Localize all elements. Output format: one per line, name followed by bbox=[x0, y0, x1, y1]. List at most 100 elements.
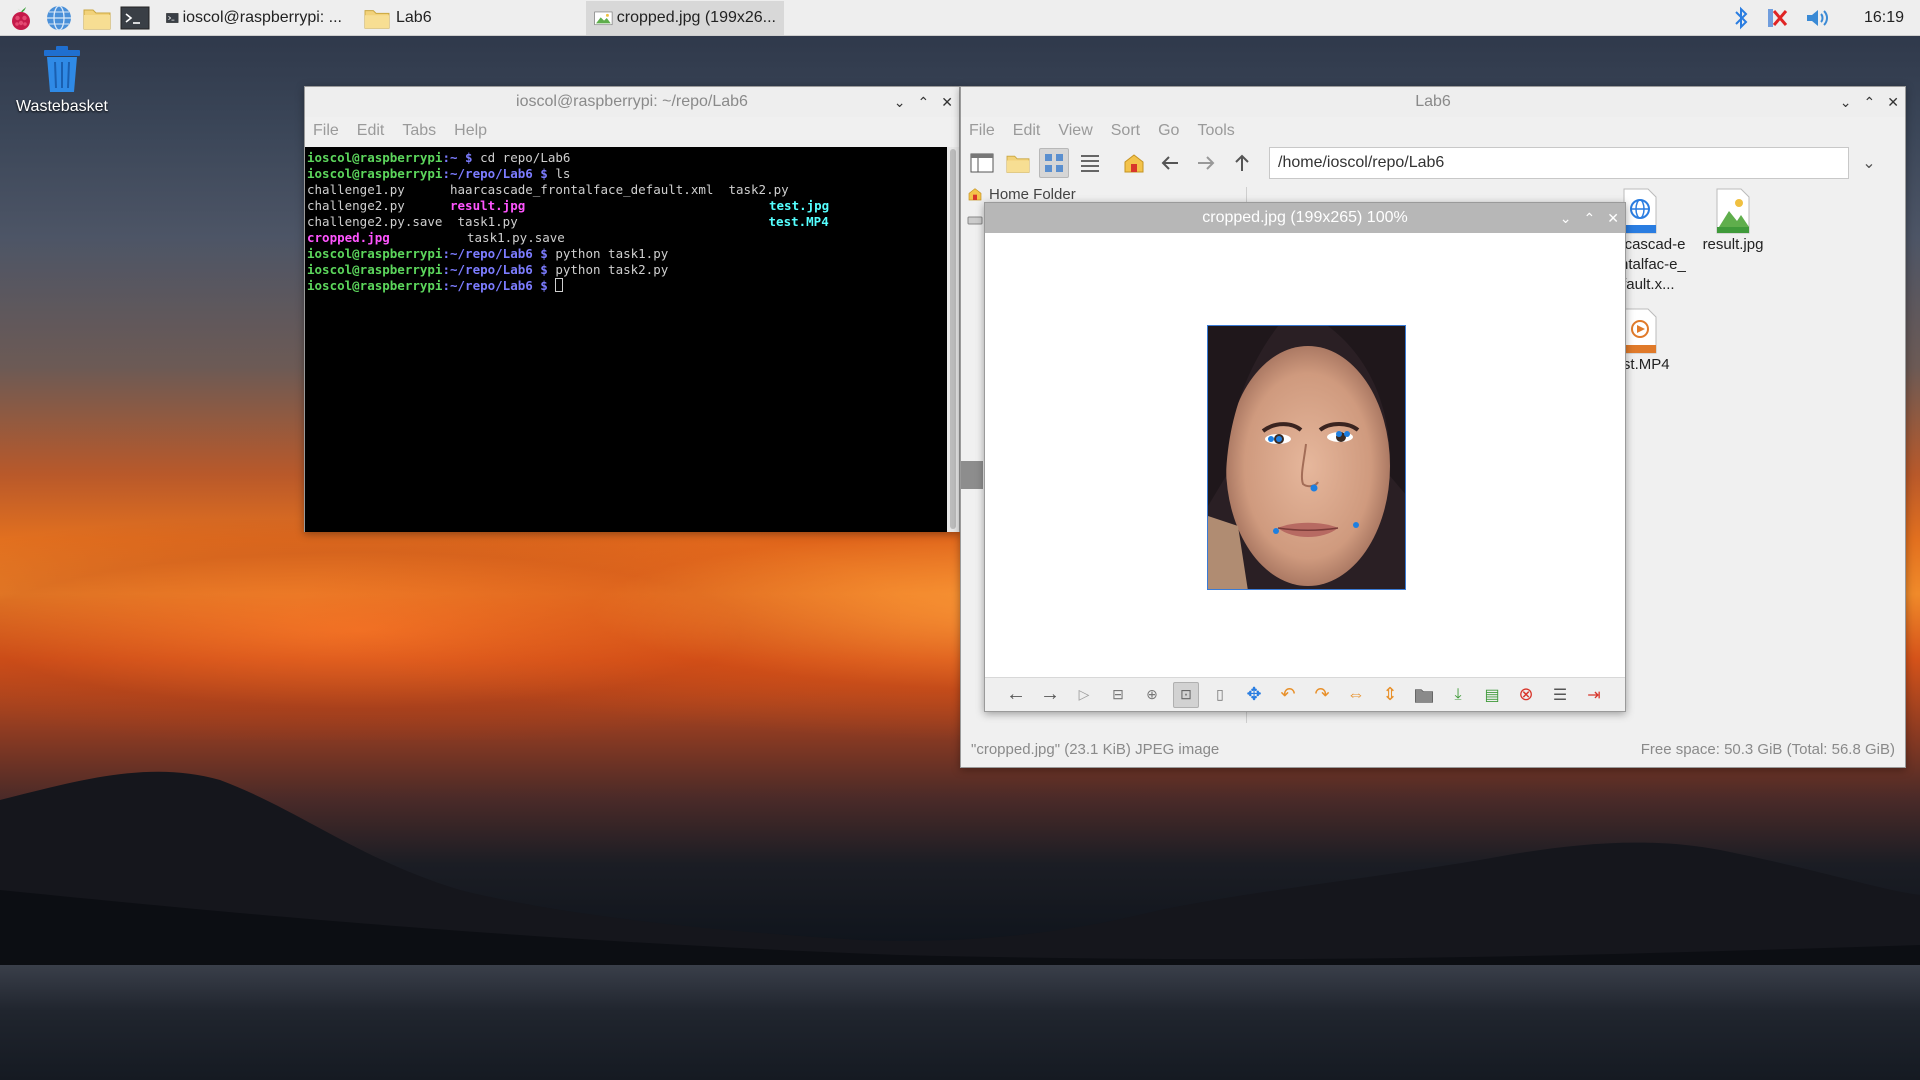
menu-file[interactable]: File bbox=[969, 122, 995, 140]
close-icon[interactable]: ✕ bbox=[1607, 210, 1619, 227]
video-file-icon bbox=[1623, 308, 1657, 354]
preferences-icon: ☰ bbox=[1552, 686, 1568, 704]
quit-icon: ⇥ bbox=[1587, 686, 1601, 704]
raspberry-menu-button[interactable] bbox=[4, 1, 38, 35]
fullscreen-button[interactable]: ✥ bbox=[1241, 682, 1267, 708]
arrow-left-icon: ← bbox=[1006, 683, 1026, 705]
menu-edit[interactable]: Edit bbox=[1013, 122, 1041, 140]
open-file-button[interactable] bbox=[1411, 682, 1437, 708]
scrollbar-thumb[interactable] bbox=[950, 149, 956, 529]
face-photo bbox=[1208, 326, 1405, 589]
terminal-icon bbox=[120, 6, 150, 29]
rotate-right-icon: ↷ bbox=[1314, 684, 1330, 704]
close-icon[interactable]: ✕ bbox=[941, 94, 953, 111]
slideshow-button[interactable]: ▷ bbox=[1071, 682, 1097, 708]
terminal-scrollbar[interactable] bbox=[947, 147, 959, 532]
path-history-dropdown[interactable]: ⌄ bbox=[1855, 147, 1883, 179]
original-size-button[interactable]: ▯ bbox=[1207, 682, 1233, 708]
arrow-left-icon bbox=[1161, 156, 1178, 170]
sidebar-scrollbar-thumb[interactable] bbox=[961, 461, 983, 489]
wastebasket-icon bbox=[44, 46, 80, 92]
menu-sort[interactable]: Sort bbox=[1111, 122, 1140, 140]
close-icon[interactable]: ✕ bbox=[1887, 94, 1899, 111]
up-button[interactable] bbox=[1227, 148, 1257, 178]
task-label: cropped.jpg (199x26... bbox=[616, 8, 776, 26]
quit-button[interactable]: ⇥ bbox=[1581, 682, 1607, 708]
fit-window-button[interactable]: ⊡ bbox=[1173, 681, 1199, 708]
volume-icon[interactable] bbox=[1804, 5, 1832, 31]
zoom-in-icon: ⊕ bbox=[1146, 686, 1158, 702]
terminal-output[interactable]: ioscol@raspberrypi:~ $ cd repo/Lab6 iosco… bbox=[305, 147, 949, 532]
terminal-titlebar[interactable]: ioscol@raspberrypi: ~/repo/Lab6 ⌄ ⌃ ✕ bbox=[305, 87, 959, 117]
image-viewer-icon bbox=[594, 11, 613, 25]
file-item[interactable]: result.jpg bbox=[1681, 187, 1785, 255]
web-browser-launcher[interactable] bbox=[42, 1, 76, 35]
delete-button[interactable]: ⊗ bbox=[1513, 682, 1539, 708]
landmark-point bbox=[1310, 484, 1318, 492]
menu-tools[interactable]: Tools bbox=[1197, 122, 1234, 140]
rotate-right-button[interactable]: ↷ bbox=[1309, 682, 1335, 708]
desktop-icon-wastebasket[interactable]: Wastebasket bbox=[10, 44, 114, 116]
lake-water bbox=[0, 965, 1920, 1080]
menu-file[interactable]: File bbox=[313, 122, 339, 140]
image-canvas[interactable] bbox=[985, 233, 1625, 677]
forward-button[interactable] bbox=[1191, 148, 1221, 178]
sidebar-item-label: Home Folder bbox=[989, 185, 1076, 203]
file-manager-titlebar[interactable]: Lab6 ⌄ ⌃ ✕ bbox=[961, 87, 1905, 117]
zoom-in-button[interactable]: ⊕ bbox=[1139, 682, 1165, 708]
save-file-button[interactable]: ⤓ bbox=[1445, 682, 1471, 708]
image-viewer-titlebar[interactable]: cropped.jpg (199x265) 100% ⌄ ⌃ ✕ bbox=[985, 203, 1625, 233]
flip-horizontal-button[interactable]: ⇔ bbox=[1343, 682, 1369, 708]
back-button[interactable] bbox=[1155, 148, 1185, 178]
bluetooth-icon[interactable] bbox=[1732, 5, 1750, 31]
clock[interactable]: 16:19 bbox=[1864, 9, 1904, 27]
terminal-menubar: File Edit Tabs Help bbox=[305, 117, 959, 145]
rotate-left-button[interactable]: ↶ bbox=[1275, 682, 1301, 708]
task-terminal[interactable]: ioscol@raspberrypi: ... bbox=[158, 1, 350, 35]
task-image-viewer[interactable]: cropped.jpg (199x26... bbox=[586, 0, 784, 35]
path-input[interactable]: /home/ioscol/repo/Lab6 bbox=[1269, 147, 1849, 179]
task-lab6-folder[interactable]: Lab6 bbox=[354, 1, 550, 35]
minimize-icon[interactable]: ⌄ bbox=[894, 94, 906, 111]
xml-file-icon bbox=[1623, 188, 1657, 234]
terminal-line: ioscol@raspberrypi:~/repo/Lab6 $ python … bbox=[307, 262, 669, 277]
delete-icon: ⊗ bbox=[1518, 684, 1534, 704]
menu-edit[interactable]: Edit bbox=[357, 122, 385, 140]
play-icon: ▷ bbox=[1078, 686, 1090, 702]
network-disconnected-icon[interactable] bbox=[1764, 5, 1790, 31]
new-window-button[interactable] bbox=[967, 148, 997, 178]
preferences-button[interactable]: ☰ bbox=[1547, 682, 1573, 708]
terminal-line: ioscol@raspberrypi:~/repo/Lab6 $ bbox=[307, 278, 947, 294]
menu-go[interactable]: Go bbox=[1158, 122, 1179, 140]
minimize-icon[interactable]: ⌄ bbox=[1560, 210, 1572, 227]
save-as-button[interactable]: ▤ bbox=[1479, 682, 1505, 708]
new-tab-button[interactable] bbox=[1003, 148, 1033, 178]
list-view-button[interactable] bbox=[1075, 148, 1105, 178]
terminal-line: challenge2.py.save task1.py test.MP4 bbox=[307, 214, 829, 229]
maximize-icon[interactable]: ⌃ bbox=[1864, 94, 1876, 111]
window-controls: ⌄ ⌃ ✕ bbox=[1560, 203, 1619, 233]
previous-image-button[interactable]: ← bbox=[1003, 682, 1029, 708]
icon-view-button[interactable] bbox=[1039, 148, 1069, 178]
menu-view[interactable]: View bbox=[1058, 122, 1092, 140]
status-selection: "cropped.jpg" (23.1 KiB) JPEG image bbox=[971, 740, 1220, 758]
next-image-button[interactable]: → bbox=[1037, 682, 1063, 708]
maximize-icon[interactable]: ⌃ bbox=[1584, 210, 1596, 227]
terminal-launcher[interactable] bbox=[118, 1, 152, 35]
task-label: ioscol@raspberrypi: ... bbox=[182, 8, 342, 26]
arrow-right-icon bbox=[1198, 156, 1215, 170]
window-title: Lab6 bbox=[1415, 93, 1451, 110]
home-button[interactable] bbox=[1119, 148, 1149, 178]
save-icon: ⤓ bbox=[1454, 685, 1462, 703]
menu-tabs[interactable]: Tabs bbox=[402, 122, 436, 140]
image-viewer-toolbar: ← → ▷ ⊟ ⊕ ⊡ ▯ ✥ ↶ ↷ ⇔ ⇕ ⤓ ▤ ⊗ ☰ ⇥ bbox=[985, 677, 1625, 711]
terminal-cursor bbox=[555, 278, 564, 292]
flip-vertical-button[interactable]: ⇕ bbox=[1377, 682, 1403, 708]
file-manager-launcher[interactable] bbox=[80, 1, 114, 35]
maximize-icon[interactable]: ⌃ bbox=[918, 94, 930, 111]
window-title: ioscol@raspberrypi: ~/repo/Lab6 bbox=[516, 93, 748, 110]
landmark-point bbox=[1336, 431, 1342, 437]
zoom-out-button[interactable]: ⊟ bbox=[1105, 682, 1131, 708]
minimize-icon[interactable]: ⌄ bbox=[1840, 94, 1852, 111]
menu-help[interactable]: Help bbox=[454, 122, 487, 140]
